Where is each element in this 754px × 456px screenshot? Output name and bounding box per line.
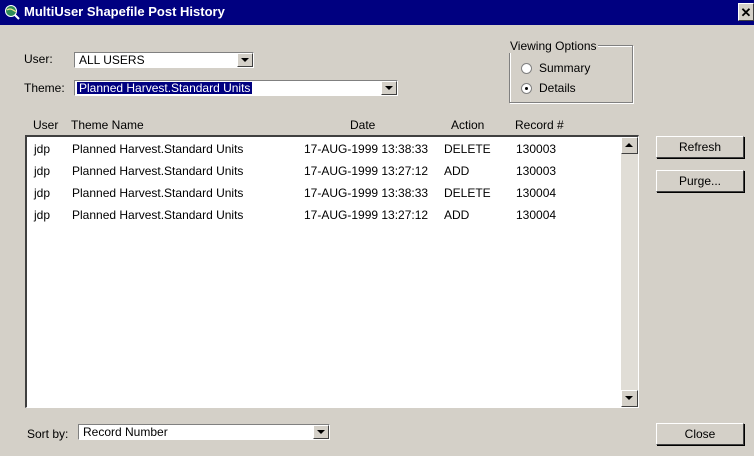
refresh-button[interactable]: Refresh bbox=[656, 136, 744, 158]
details-radio[interactable] bbox=[521, 83, 532, 94]
theme-label: Theme: bbox=[24, 81, 65, 95]
list-item[interactable]: jdp Planned Harvest.Standard Units 17-AU… bbox=[27, 203, 617, 223]
column-header-record[interactable]: Record # bbox=[515, 118, 564, 132]
title-bar: MultiUser Shapefile Post History ✕ bbox=[0, 0, 754, 25]
vertical-scrollbar[interactable] bbox=[621, 137, 638, 407]
chevron-down-icon[interactable] bbox=[381, 81, 397, 95]
column-header-user[interactable]: User bbox=[33, 118, 58, 132]
chevron-down-icon[interactable] bbox=[237, 53, 253, 67]
sort-by-value: Record Number bbox=[83, 425, 168, 439]
arrow-down-icon[interactable] bbox=[621, 390, 638, 407]
row-theme: Planned Harvest.Standard Units bbox=[72, 186, 244, 200]
row-action: DELETE bbox=[444, 186, 491, 200]
user-dropdown[interactable]: ALL USERS bbox=[74, 52, 254, 68]
row-action: ADD bbox=[444, 208, 470, 222]
list-item[interactable]: jdp Planned Harvest.Standard Units 17-AU… bbox=[27, 137, 617, 157]
row-record: 130003 bbox=[516, 142, 557, 156]
close-button[interactable]: Close bbox=[656, 423, 744, 445]
summary-radio-label[interactable]: Summary bbox=[539, 61, 590, 75]
list-item[interactable]: jdp Planned Harvest.Standard Units 17-AU… bbox=[27, 181, 617, 201]
purge-button[interactable]: Purge... bbox=[656, 170, 744, 192]
chevron-down-icon[interactable] bbox=[313, 425, 329, 439]
globe-search-icon bbox=[5, 5, 20, 20]
row-user: jdp bbox=[34, 208, 51, 222]
row-user: jdp bbox=[34, 186, 51, 200]
row-date: 17-AUG-1999 13:38:33 bbox=[304, 142, 429, 156]
viewing-options-title: Viewing Options bbox=[509, 39, 598, 53]
row-theme: Planned Harvest.Standard Units bbox=[72, 142, 244, 156]
row-action: DELETE bbox=[444, 142, 491, 156]
row-theme: Planned Harvest.Standard Units bbox=[72, 164, 244, 178]
column-header-theme[interactable]: Theme Name bbox=[71, 118, 144, 132]
row-user: jdp bbox=[34, 142, 51, 156]
row-date: 17-AUG-1999 13:27:12 bbox=[304, 208, 429, 222]
user-label: User: bbox=[24, 52, 53, 66]
row-record: 130004 bbox=[516, 208, 557, 222]
details-radio-label[interactable]: Details bbox=[539, 81, 576, 95]
summary-radio[interactable] bbox=[521, 63, 532, 74]
list-item[interactable]: jdp Planned Harvest.Standard Units 17-AU… bbox=[27, 159, 617, 179]
sort-by-label: Sort by: bbox=[27, 427, 69, 441]
column-header-date[interactable]: Date bbox=[350, 118, 375, 132]
row-user: jdp bbox=[34, 164, 51, 178]
row-date: 17-AUG-1999 13:27:12 bbox=[304, 164, 429, 178]
column-header-action[interactable]: Action bbox=[451, 118, 484, 132]
sort-by-dropdown[interactable]: Record Number bbox=[78, 424, 330, 440]
row-record: 130004 bbox=[516, 186, 557, 200]
close-window-button[interactable]: ✕ bbox=[738, 3, 754, 21]
post-history-list[interactable]: jdp Planned Harvest.Standard Units 17-AU… bbox=[25, 135, 639, 408]
row-date: 17-AUG-1999 13:38:33 bbox=[304, 186, 429, 200]
row-action: ADD bbox=[444, 164, 470, 178]
window-title: MultiUser Shapefile Post History bbox=[24, 4, 225, 19]
row-record: 130003 bbox=[516, 164, 557, 178]
user-dropdown-value: ALL USERS bbox=[79, 53, 145, 67]
row-theme: Planned Harvest.Standard Units bbox=[72, 208, 244, 222]
theme-dropdown[interactable]: Planned Harvest.Standard Units bbox=[74, 80, 398, 96]
theme-dropdown-value: Planned Harvest.Standard Units bbox=[75, 81, 254, 95]
arrow-up-icon[interactable] bbox=[621, 137, 638, 154]
